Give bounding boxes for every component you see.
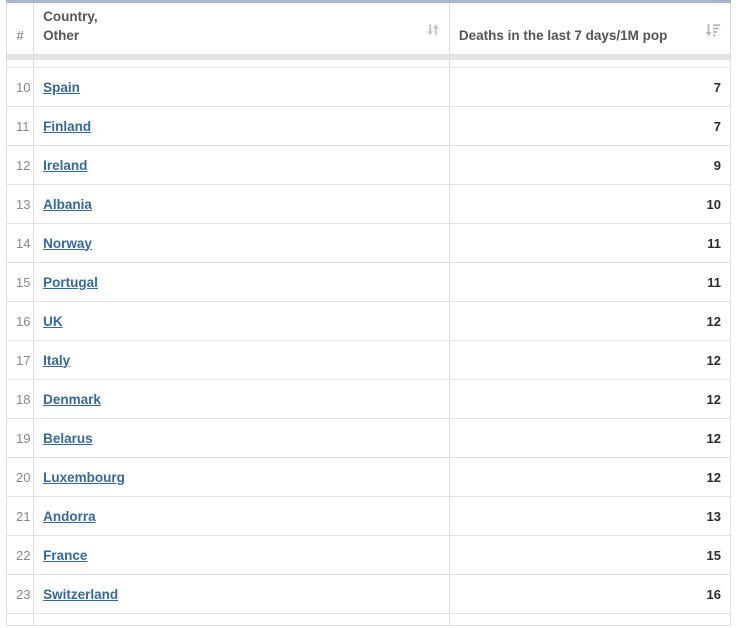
country-link[interactable]: Finland — [43, 119, 91, 134]
row-rank: 14 — [6, 223, 35, 263]
row-country-cell: Spain — [33, 67, 450, 107]
table-row: 15 Portugal 11 — [6, 262, 731, 302]
row-rank: 20 — [6, 457, 35, 497]
row-country-cell: UK — [33, 301, 450, 341]
column-header-deaths-7d[interactable]: Deaths in the last 7 days/1M pop — [448, 0, 731, 55]
header-body-separator — [6, 54, 731, 68]
table-header: # Country, Other Deaths in the last 7 da… — [6, 0, 731, 68]
column-header-deaths-7d-label: Deaths in the last 7 days/1M pop — [458, 28, 668, 43]
row-rank: 11 — [6, 106, 35, 146]
country-link[interactable]: Andorra — [43, 509, 96, 524]
sort-amount-asc-icon[interactable] — [705, 22, 721, 43]
row-country-cell: Albania — [33, 184, 450, 224]
row-deaths-7d-value: 10 — [448, 184, 731, 224]
country-link[interactable]: Portugal — [43, 275, 98, 290]
row-deaths-7d-value: 9 — [448, 145, 731, 185]
row-rank: 16 — [6, 301, 35, 341]
row-deaths-7d-value: 12 — [448, 418, 731, 458]
row-deaths-7d-value: 12 — [448, 301, 731, 341]
row-deaths-7d-value: 12 — [448, 340, 731, 380]
table-row: 18 Denmark 12 — [6, 379, 731, 419]
column-header-rank-label: # — [16, 28, 24, 43]
row-country-cell: Portugal — [33, 262, 450, 302]
row-deaths-7d-value: 12 — [448, 379, 731, 419]
partial-cell-value — [448, 613, 731, 626]
separator-cell-rank — [6, 54, 35, 68]
row-deaths-7d-value: 13 — [448, 496, 731, 536]
row-country-cell: Finland — [33, 106, 450, 146]
row-country-cell: Andorra — [33, 496, 450, 536]
row-deaths-7d-value: 12 — [448, 457, 731, 497]
table-row: 17 Italy 12 — [6, 340, 731, 380]
table-row: 19 Belarus 12 — [6, 418, 731, 458]
table-row: 14 Norway 11 — [6, 223, 731, 263]
row-country-cell: Italy — [33, 340, 450, 380]
table-row: 12 Ireland 9 — [6, 145, 731, 185]
table-row: 22 France 15 — [6, 535, 731, 575]
table-row: 16 UK 12 — [6, 301, 731, 341]
row-country-cell: Belarus — [33, 418, 450, 458]
country-link[interactable]: Luxembourg — [43, 470, 125, 485]
separator-cell-value — [448, 54, 731, 68]
separator-cell-country — [33, 54, 450, 68]
table-row: 13 Albania 10 — [6, 184, 731, 224]
column-header-country-label: Country, Other — [43, 9, 98, 43]
country-link[interactable]: Italy — [43, 353, 70, 368]
table-row: 21 Andorra 13 — [6, 496, 731, 536]
country-link[interactable]: France — [43, 548, 87, 563]
row-country-cell: Switzerland — [33, 574, 450, 614]
row-deaths-7d-value: 15 — [448, 535, 731, 575]
country-link[interactable]: Albania — [43, 197, 92, 212]
country-link[interactable]: Norway — [43, 236, 92, 251]
row-country-cell: Denmark — [33, 379, 450, 419]
row-country-cell: Ireland — [33, 145, 450, 185]
row-rank: 10 — [6, 67, 35, 107]
table-row: 23 Switzerland 16 — [6, 574, 731, 614]
row-rank: 15 — [6, 262, 35, 302]
row-rank: 13 — [6, 184, 35, 224]
country-link[interactable]: Belarus — [43, 431, 93, 446]
table-row-partial — [6, 613, 731, 626]
country-link[interactable]: Ireland — [43, 158, 87, 173]
row-country-cell: Norway — [33, 223, 450, 263]
row-deaths-7d-value: 16 — [448, 574, 731, 614]
row-country-cell: France — [33, 535, 450, 575]
partial-cell-rank — [6, 613, 35, 626]
table-row: 10 Spain 7 — [6, 67, 731, 107]
row-rank: 23 — [6, 574, 35, 614]
row-rank: 19 — [6, 418, 35, 458]
column-header-country[interactable]: Country, Other — [33, 0, 450, 55]
row-deaths-7d-value: 7 — [448, 106, 731, 146]
row-country-cell: Luxembourg — [33, 457, 450, 497]
table-body: 10 Spain 7 11 Finland 7 12 Ireland 9 13 Albania 10 1… — [6, 67, 731, 626]
table-row: 20 Luxembourg 12 — [6, 457, 731, 497]
row-rank: 12 — [6, 145, 35, 185]
country-link[interactable]: Denmark — [43, 392, 101, 407]
row-rank: 18 — [6, 379, 35, 419]
column-header-rank[interactable]: # — [6, 0, 35, 55]
row-rank: 22 — [6, 535, 35, 575]
table-header-row: # Country, Other Deaths in the last 7 da… — [6, 0, 731, 55]
countries-deaths-table: # Country, Other Deaths in the last 7 da… — [6, 0, 731, 626]
sort-both-icon[interactable] — [426, 22, 440, 43]
partial-cell-country — [33, 613, 450, 626]
data-table-container: # Country, Other Deaths in the last 7 da… — [6, 0, 731, 628]
country-link[interactable]: Spain — [43, 80, 80, 95]
row-rank: 17 — [6, 340, 35, 380]
table-row: 11 Finland 7 — [6, 106, 731, 146]
country-link[interactable]: UK — [43, 314, 63, 329]
row-deaths-7d-value: 11 — [448, 262, 731, 302]
country-link[interactable]: Switzerland — [43, 587, 118, 602]
row-deaths-7d-value: 7 — [448, 67, 731, 107]
row-rank: 21 — [6, 496, 35, 536]
row-deaths-7d-value: 11 — [448, 223, 731, 263]
